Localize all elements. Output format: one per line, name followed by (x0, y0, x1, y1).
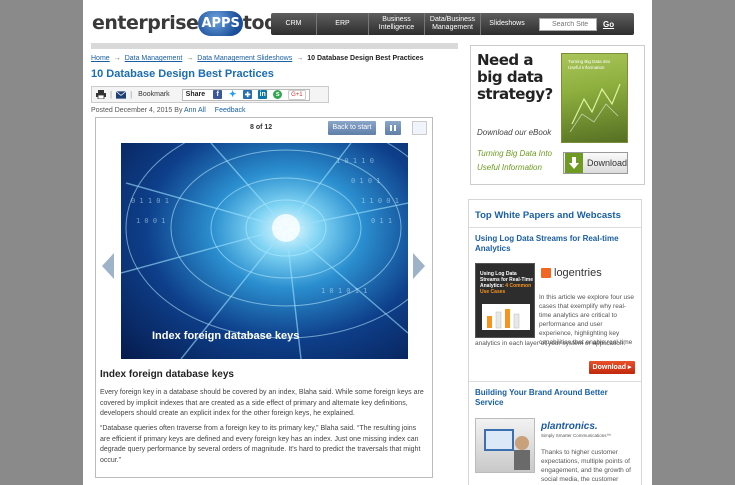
slide-caption: Index foreign database keys (152, 330, 300, 342)
ad-download-button[interactable]: Download (563, 152, 628, 174)
page-title: 10 Database Design Best Practices (91, 68, 274, 80)
thumbnail-grid-button[interactable] (412, 121, 427, 135)
ad-download-label: Download (586, 158, 627, 168)
svg-text:1 1 0 0 1: 1 1 0 0 1 (361, 197, 399, 205)
back-to-start-button[interactable]: Back to start (328, 121, 376, 135)
nav-erp[interactable]: ERP (317, 13, 369, 35)
linkedin-icon[interactable]: in (258, 90, 268, 99)
ebook-cover: Turning Big Data into Useful Information (561, 53, 628, 143)
svg-text:1 0 1 1 0: 1 0 1 1 0 (336, 157, 374, 165)
white-paper-description: Thanks to higher customer expectations, … (541, 449, 631, 483)
breadcrumb-current: 10 Database Design Best Practices (307, 55, 424, 62)
ad-headline-line: strategy? (477, 85, 553, 103)
white-paper-description-continued: analytics in each layer of your system o… (475, 340, 626, 347)
slide-heading: Index foreign database keys (100, 369, 234, 380)
main-nav: CRM ERP Business Intelligence Data/Busin… (271, 13, 634, 35)
email-icon[interactable] (116, 90, 127, 99)
plantronics-logo: plantronics. (541, 421, 598, 432)
next-slide-arrow[interactable] (413, 253, 425, 279)
white-paper-download-button[interactable]: Download ▸ (589, 361, 635, 374)
logo-part-apps: APPS (198, 11, 243, 36)
white-papers-heading: Top White Papers and Webcasts (475, 210, 621, 221)
logentries-wordmark: logentries (554, 267, 602, 279)
post-meta: Posted December 4, 2015 By Ann All Feedba… (91, 107, 246, 114)
nav-slideshows[interactable]: Slideshows (481, 13, 533, 35)
article-toolbar: | | Bookmark Share f ✦ ✚ in s G+1 (91, 86, 329, 103)
toolbar-separator: | (130, 90, 133, 99)
breadcrumb-arrow: → (113, 55, 121, 62)
slide-image: 1 0 1 1 0 0 1 0 1 1 1 0 0 1 0 1 1 0 1 1 … (121, 143, 408, 359)
svg-text:0 1 1: 0 1 1 (371, 217, 392, 225)
svg-text:1 0 1 0 1 1: 1 0 1 0 1 1 (321, 287, 367, 295)
svg-text:0 1 1 0 1: 0 1 1 0 1 (131, 197, 169, 205)
toolbar-separator: | (110, 90, 113, 99)
pause-button[interactable] (385, 121, 401, 135)
breadcrumb-slideshows[interactable]: Data Management Slideshows (197, 55, 292, 62)
slide-paragraph: Every foreign key in a database should b… (100, 389, 424, 417)
logo-part-enterprise: enterprise (92, 12, 199, 34)
previous-slide-arrow[interactable] (102, 253, 114, 279)
white-papers-box: Top White Papers and Webcasts Using Log … (468, 199, 642, 485)
search-input[interactable] (539, 17, 597, 31)
ad-subline: Turning Big Data Into Useful Information (477, 149, 553, 172)
facebook-icon[interactable]: f (213, 90, 223, 99)
stumbleupon-icon[interactable]: s (273, 90, 283, 99)
svg-text:0 1 0 1: 0 1 0 1 (351, 177, 381, 185)
white-paper-title[interactable]: Using Log Data Streams for Real-time Ana… (475, 234, 637, 254)
breadcrumb-home[interactable]: Home (91, 55, 110, 62)
white-paper-title[interactable]: Building Your Brand Around Better Servic… (475, 388, 637, 408)
svg-text:1 0 0 1: 1 0 0 1 (136, 217, 166, 225)
breadcrumb-data-management[interactable]: Data Management (125, 55, 183, 62)
header-divider (91, 43, 458, 49)
ebook-cover-art (569, 83, 621, 133)
slide-paragraph: “Database queries often traverse from a … (100, 425, 421, 464)
ad-headline-line: big data (477, 68, 543, 86)
delicious-icon[interactable]: ✚ (243, 90, 253, 99)
cover-chart-art (487, 309, 520, 329)
search-go-button[interactable]: Go (603, 20, 614, 29)
download-arrow-icon (565, 153, 583, 173)
breadcrumb-arrow: → (186, 55, 194, 62)
share-box: Share f ✦ ✚ in s G+1 (181, 88, 310, 101)
slide-counter: 8 of 12 (250, 124, 273, 131)
nav-data-business-management[interactable]: Data/Business Management (425, 13, 481, 35)
slide-image-art: 1 0 1 1 0 0 1 0 1 1 1 0 0 1 0 1 1 0 1 1 … (121, 143, 408, 359)
nav-crm[interactable]: CRM (271, 13, 317, 35)
white-paper-image[interactable] (475, 418, 535, 473)
white-papers-divider (469, 227, 641, 228)
white-paper-image-art (484, 429, 530, 470)
pause-icon-bar (390, 125, 392, 131)
twitter-icon[interactable]: ✦ (228, 89, 238, 99)
white-papers-divider (469, 381, 641, 382)
breadcrumb-arrow: → (296, 55, 304, 62)
white-paper-cover[interactable]: Using Log Data Streams for Real-Time Ana… (475, 263, 535, 338)
google-plus-button[interactable]: G+1 (288, 89, 306, 100)
ad-headline-line: Need a (477, 51, 533, 69)
ad-headline: Need a big data strategy? (477, 52, 553, 103)
breadcrumb: Home → Data Management → Data Management Sli… (91, 55, 424, 62)
logentries-logo: logentries (541, 267, 602, 279)
feedback-link[interactable]: Feedback (215, 107, 246, 114)
author-link[interactable]: Ann All (184, 107, 206, 114)
bookmark-link[interactable]: Bookmark (138, 91, 170, 98)
cover-chart-panel (482, 304, 530, 330)
nav-business-intelligence[interactable]: Business Intelligence (369, 13, 425, 35)
ad-download-ebook-text: Download our eBook (477, 128, 552, 137)
plantronics-tagline: Simply Smarter Communications™ (541, 433, 612, 438)
share-label: Share (185, 91, 206, 98)
logentries-icon (541, 268, 551, 278)
ebook-ad[interactable]: Need a big data strategy? Download our e… (470, 45, 645, 185)
site-logo[interactable]: enterpriseAPPStoday (92, 11, 301, 41)
slideshow: 8 of 12 Back to start 1 0 1 1 0 0 1 0 1 … (95, 117, 433, 478)
pause-icon-bar (394, 125, 396, 131)
white-paper-cover-title: Using Log Data Streams for Real-Time Ana… (480, 271, 533, 295)
page: enterpriseAPPStoday CRM ERP Business Int… (83, 0, 652, 485)
print-icon[interactable] (96, 90, 106, 99)
post-date: Posted December 4, 2015 By (91, 107, 184, 114)
